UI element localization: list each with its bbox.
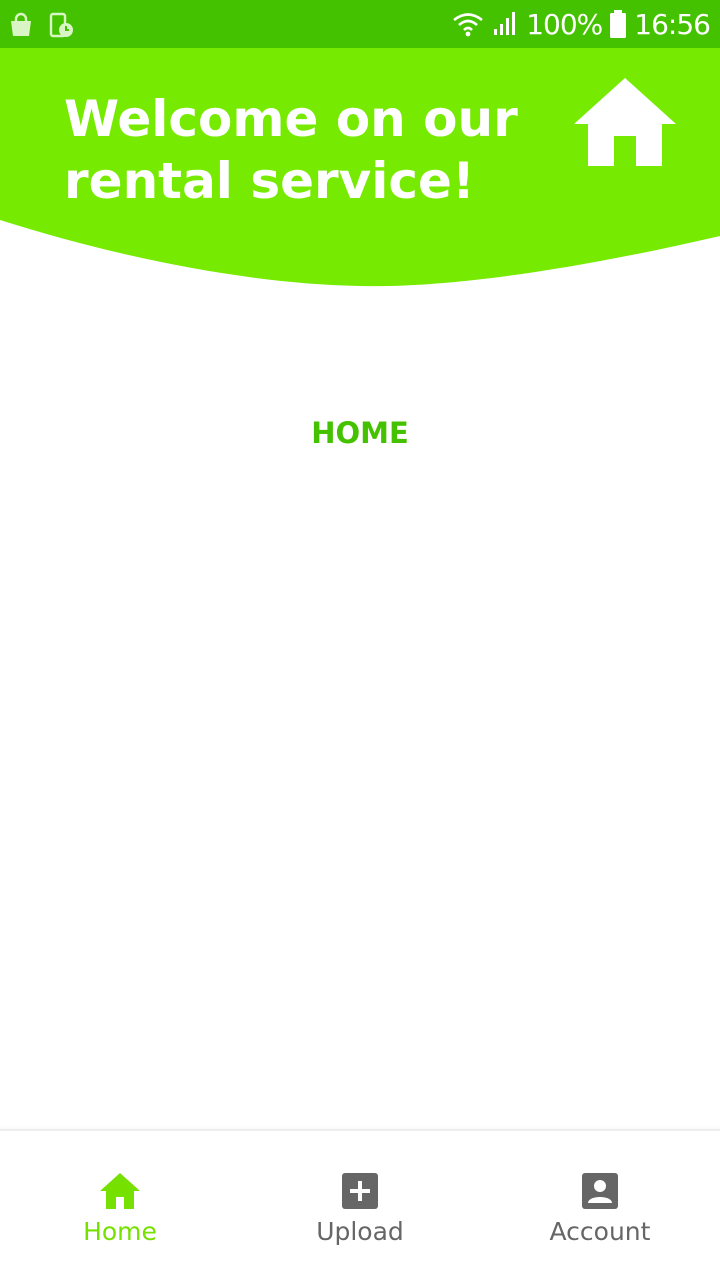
shopping-bag-icon (11, 12, 31, 36)
status-bar: 100% 16:56 (0, 0, 720, 48)
screen-timer-icon (49, 12, 73, 38)
nav-item-upload[interactable]: Upload (240, 1131, 480, 1282)
page-heading: HOME (311, 416, 409, 450)
nav-label-account: Account (549, 1217, 651, 1246)
welcome-title: Welcome on our rental service! (64, 90, 518, 210)
status-notifications (8, 12, 74, 38)
clock: 16:56 (634, 7, 711, 41)
bottom-navigation: Home Upload Account (0, 1129, 720, 1282)
wifi-icon (453, 13, 484, 37)
add-box-icon (342, 1173, 378, 1209)
account-box-icon (582, 1173, 618, 1209)
battery-percent: 100% (526, 7, 603, 41)
home-icon (100, 1173, 140, 1209)
nav-item-home[interactable]: Home (0, 1131, 240, 1282)
nav-item-account[interactable]: Account (480, 1131, 720, 1282)
nav-label-upload: Upload (316, 1217, 404, 1246)
battery-icon (610, 10, 627, 38)
status-system: 100% 16:56 (452, 0, 711, 48)
home-icon (574, 78, 676, 166)
nav-label-home: Home (83, 1217, 157, 1246)
signal-icon (494, 12, 516, 35)
